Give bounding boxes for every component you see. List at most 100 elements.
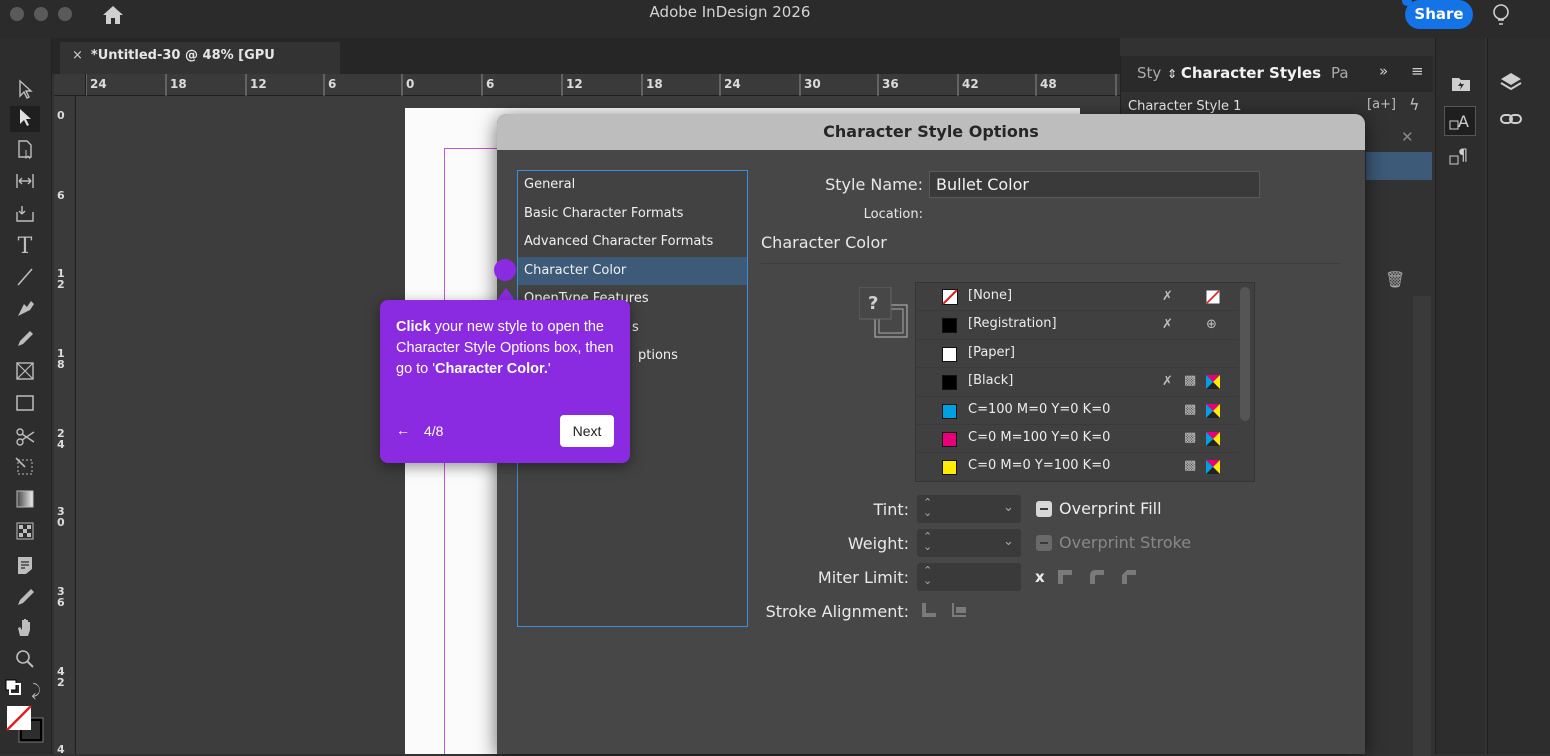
style-name-field[interactable]: Bullet Color (929, 171, 1260, 198)
collapse-panel-icon[interactable]: » (1379, 62, 1388, 80)
line-tool-icon[interactable] (10, 266, 40, 292)
dock-column-1: A ¶ (1435, 38, 1485, 754)
trash-icon[interactable]: 🗑 (1385, 270, 1405, 289)
ruler-tick: 3 0 (57, 505, 65, 529)
tab-styles[interactable]: Sty (1137, 64, 1161, 82)
gradient-feather-tool-icon[interactable] (10, 520, 40, 546)
swatch-row-paper[interactable]: [Paper] (916, 340, 1238, 369)
coach-text-2: ' (547, 361, 551, 377)
cmyk-icon (1206, 460, 1220, 475)
section-divider (761, 263, 1341, 264)
rectangle-frame-tool-icon[interactable] (10, 360, 40, 386)
tab-paragraph-styles[interactable]: Pa (1331, 64, 1349, 82)
note-tool-icon[interactable] (10, 554, 40, 580)
hand-tool-icon[interactable] (10, 616, 40, 642)
cmyk-icon (1206, 375, 1220, 390)
coach-message: Click your new style to open the Charact… (396, 317, 616, 380)
pen-tool-icon[interactable] (10, 298, 40, 324)
stroke-align-center-icon[interactable] (921, 602, 937, 618)
category-basic-character-formats[interactable]: Basic Character Formats (518, 200, 747, 228)
vertical-ruler[interactable]: 0 6 1 2 1 8 2 4 3 0 3 6 4 2 4 (54, 96, 76, 755)
eyedropper-tool-icon[interactable] (10, 586, 40, 612)
tint-label: Tint: (873, 500, 909, 519)
layers-icon[interactable] (1498, 70, 1524, 96)
miter-join-icon[interactable] (1057, 569, 1073, 585)
back-arrow-icon[interactable]: ← (396, 422, 410, 438)
horizontal-ruler[interactable]: 24 18 12 6 0 6 12 18 24 30 36 42 48 (86, 74, 1120, 96)
close-tab-icon[interactable]: × (72, 48, 83, 63)
section-title: Character Color (761, 233, 887, 252)
content-collector-icon[interactable] (10, 202, 40, 228)
page-tool-icon[interactable] (10, 138, 40, 164)
links-icon[interactable] (1498, 108, 1524, 130)
process-color-icon: ▩ (1184, 458, 1197, 474)
weight-dropdown[interactable]: ⌃ ⌄ ⌄ (917, 529, 1021, 557)
swatch-row-cyan[interactable]: C=100 M=0 Y=0 K=0 ▩ (916, 397, 1238, 425)
none-color-mode-icon (1206, 290, 1220, 304)
fill-stroke-swatch[interactable] (5, 704, 45, 744)
swap-fill-stroke-icon[interactable]: ⤸ (24, 678, 48, 704)
coach-popup: Click your new style to open the Charact… (380, 300, 630, 463)
default-fill-stroke-icon[interactable] (4, 678, 24, 704)
swatch-chip (942, 318, 957, 334)
miter-limit-label: Miter Limit: (817, 568, 909, 587)
tab-character-styles-label: Character Styles (1180, 64, 1322, 82)
fill-stroke-selector[interactable]: ? (858, 286, 909, 339)
swatch-scrollbar[interactable] (1240, 287, 1250, 421)
ruler-tick: 3 6 (57, 585, 65, 609)
pencil-tool-icon[interactable] (10, 328, 40, 354)
character-styles-dock-icon[interactable]: A (1444, 106, 1476, 136)
swatch-row-none[interactable]: [None] ✗ (916, 283, 1238, 312)
overprint-stroke-checkbox[interactable] (1036, 535, 1052, 551)
dock-column-2 (1487, 38, 1550, 754)
clear-overrides-icon[interactable]: ✕ (1401, 128, 1414, 146)
swatch-list: [None] ✗ [Registration] ✗ ⊕ [Paper] [Bla… (915, 282, 1255, 482)
direct-selection-tool-icon[interactable] (10, 106, 40, 132)
free-transform-tool-icon[interactable] (10, 456, 40, 482)
swatch-chip (942, 460, 957, 476)
category-character-color[interactable]: Character Color (518, 256, 747, 285)
stroke-alignment-label: Stroke Alignment: (765, 602, 909, 621)
swatch-row-black[interactable]: [Black] ✗ ▩ (916, 368, 1238, 397)
lightbulb-icon[interactable] (1490, 2, 1512, 28)
stroke-align-inside-icon[interactable] (951, 602, 967, 618)
type-tool-icon[interactable]: T (10, 234, 40, 260)
category-general[interactable]: General (518, 171, 747, 199)
panel-scrollbar[interactable] (1413, 296, 1431, 756)
scissors-tool-icon[interactable] (10, 426, 40, 452)
swatch-row-magenta[interactable]: C=0 M=100 Y=0 K=0 ▩ (916, 425, 1238, 454)
coach-pointer (497, 288, 515, 300)
cc-libraries-icon[interactable] (1448, 72, 1474, 96)
process-color-icon: ▩ (1184, 430, 1197, 445)
next-button[interactable]: Next (560, 415, 614, 447)
no-edit-icon: ✗ (1162, 289, 1173, 304)
selected-style-row[interactable] (1366, 152, 1432, 180)
gradient-tool-icon[interactable] (10, 488, 40, 514)
panel-menu-icon[interactable]: ≡ (1411, 62, 1424, 80)
round-join-icon[interactable] (1089, 569, 1105, 585)
rectangle-tool-icon[interactable] (10, 392, 40, 418)
overprint-fill-checkbox[interactable] (1036, 501, 1052, 517)
svg-text:?: ? (868, 293, 878, 314)
coach-bold-1: Click (396, 319, 431, 335)
process-color-icon: ▩ (1184, 401, 1197, 417)
swatch-row-registration[interactable]: [Registration] ✗ ⊕ (916, 311, 1238, 340)
gap-tool-icon[interactable] (10, 170, 40, 196)
coach-hotspot[interactable] (494, 259, 516, 281)
registration-icon: ⊕ (1206, 317, 1217, 333)
share-button[interactable]: Share (1405, 0, 1473, 29)
selection-tool-icon[interactable] (10, 78, 40, 104)
miter-limit-field[interactable]: ⌃ ⌄ (917, 563, 1021, 591)
tint-dropdown[interactable]: ⌃ ⌄ ⌄ (917, 495, 1021, 523)
tab-character-styles[interactable]: ⇕ Character Styles (1167, 64, 1321, 82)
document-tab[interactable]: ×*Untitled-30 @ 48% [GPU Preview] (60, 42, 340, 91)
margin-guide-top (444, 148, 504, 149)
swatch-name: C=0 M=0 Y=100 K=0 (968, 458, 1111, 474)
paragraph-styles-dock-icon[interactable]: ¶ (1446, 142, 1474, 170)
zoom-tool-icon[interactable] (10, 648, 40, 674)
swatch-row-yellow[interactable]: C=0 M=0 Y=100 K=0 ▩ (916, 453, 1238, 481)
swatch-name: [Paper] (968, 344, 1015, 360)
bevel-join-icon[interactable] (1121, 569, 1137, 585)
ruler-origin[interactable] (54, 74, 86, 96)
category-advanced-character-formats[interactable]: Advanced Character Formats (518, 228, 747, 256)
